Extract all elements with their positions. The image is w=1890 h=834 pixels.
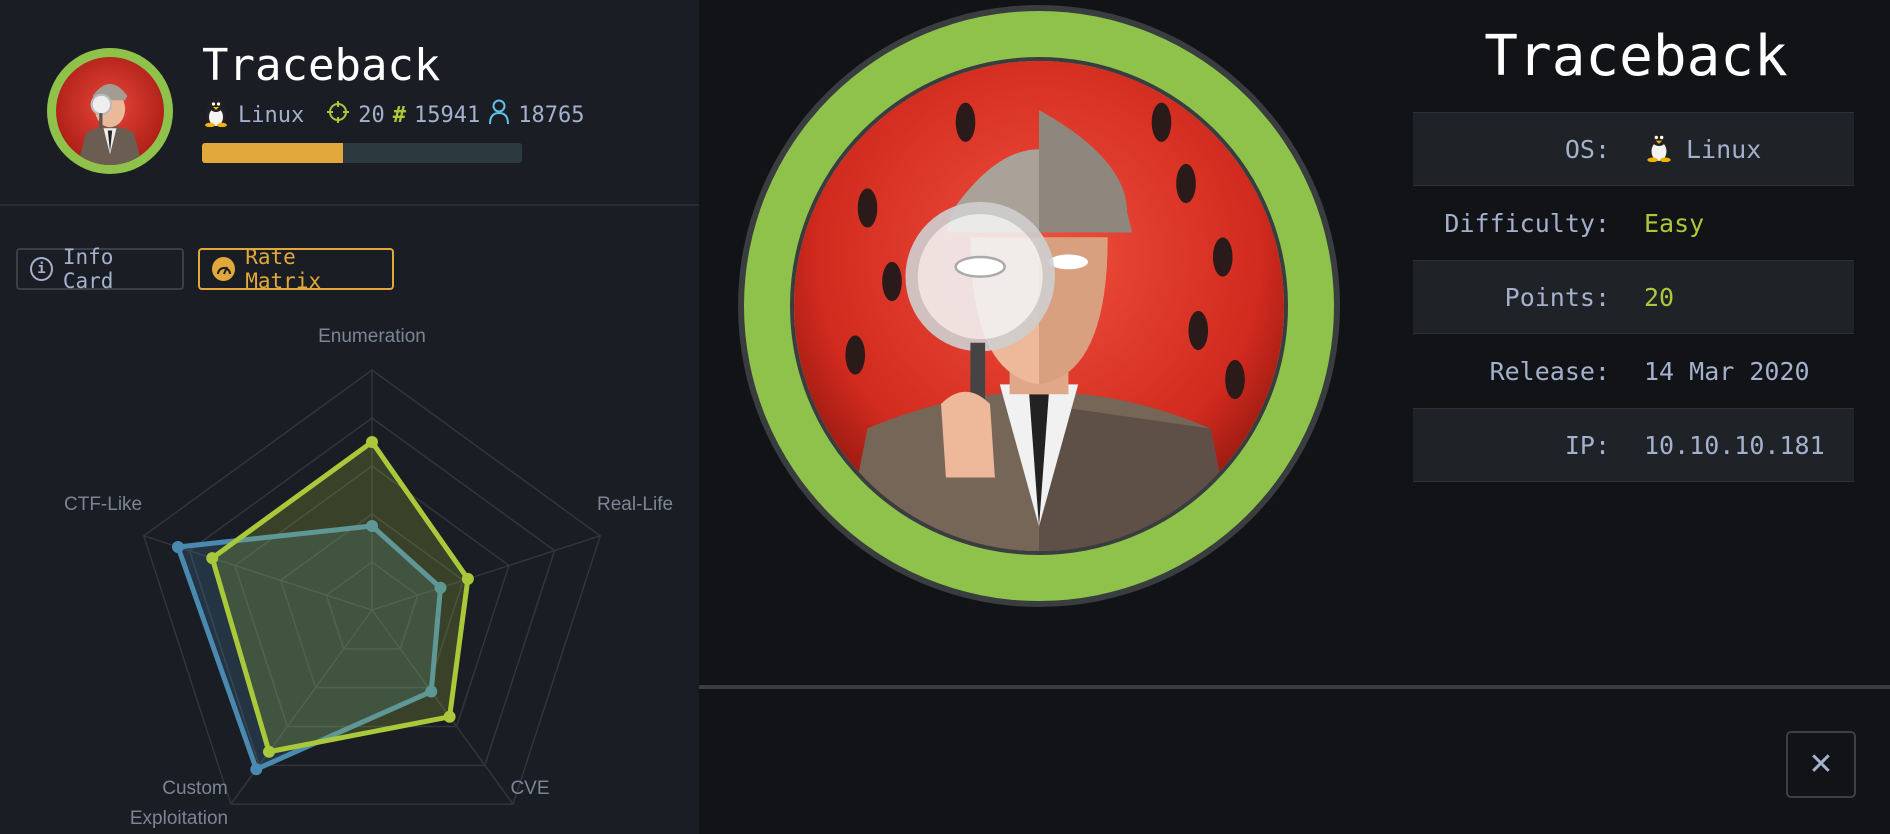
info-key: Points: (1504, 282, 1610, 312)
machine-name: Traceback (202, 40, 441, 91)
info-value: 14 Mar 2020 (1644, 356, 1810, 386)
users-value: 18765 (518, 102, 585, 128)
info-value: Linux (1686, 134, 1762, 164)
radar-axis-label: Exploitation (130, 808, 228, 829)
crosshair-icon (326, 100, 350, 130)
radar-axis-label: Enumeration (318, 326, 426, 347)
info-row-release: Release: 14 Mar 2020 (1413, 334, 1854, 408)
info-key: Difficulty: (1444, 208, 1610, 238)
radar-axis-label: CTF-Like (64, 494, 142, 515)
gauge-icon (212, 257, 236, 281)
divider (0, 204, 699, 206)
info-card-label: Info Card (62, 245, 114, 293)
detective-portrait-icon (794, 61, 1284, 551)
info-card-button[interactable]: i Info Card (16, 245, 184, 293)
divider (699, 685, 1890, 689)
tux-icon (202, 97, 230, 133)
close-icon: ✕ (1808, 747, 1834, 782)
rate-matrix-button[interactable]: Rate Matrix (198, 245, 394, 293)
info-icon: i (30, 257, 53, 281)
close-button[interactable]: ✕ (1786, 731, 1856, 798)
progress-fill (202, 143, 343, 163)
info-row-difficulty: Difficulty: Easy (1413, 186, 1854, 260)
info-value: 20 (1644, 282, 1675, 312)
detective-avatar-icon (56, 57, 164, 165)
rank-value: 15941 (413, 102, 481, 128)
machine-summary-panel: Traceback Linux 20 # 15941 18765 i Info … (0, 0, 699, 834)
radar-axis-label: Custom (162, 778, 227, 799)
info-row-points: Points: 20 (1413, 260, 1854, 334)
os-label: Linux (238, 102, 305, 128)
info-row-ip: IP: 10.10.10.181 (1413, 408, 1854, 482)
rate-matrix-radar-chart: Enumeration Real-Life CVE Custom Exploitatio… (64, 326, 673, 829)
info-key: OS: (1564, 134, 1610, 164)
completion-progress-bar (202, 143, 522, 163)
machine-info-table: OS: Linux Difficulty: Easy Points: 20 Re… (1413, 112, 1854, 482)
radar-point (366, 436, 378, 448)
hash-icon: # (392, 102, 406, 128)
radar-axis-label: Real-Life (597, 494, 673, 515)
radar-point (171, 540, 184, 553)
info-key: IP: (1564, 430, 1610, 460)
info-key: Release: (1489, 356, 1610, 386)
radar-point (461, 572, 474, 585)
points-value: 20 (358, 102, 385, 128)
info-value: 10.10.10.181 (1644, 430, 1825, 460)
radar-axis-label: CVE (510, 778, 549, 799)
info-value: Easy (1644, 208, 1705, 238)
rate-matrix-label: Rate Matrix (245, 245, 322, 293)
radar-point (443, 710, 456, 723)
machine-stats: Linux 20 # 15941 18765 (202, 98, 584, 132)
info-card-title: Traceback (1484, 24, 1788, 89)
machine-avatar (47, 48, 173, 174)
radar-point (206, 552, 219, 565)
user-icon (488, 99, 510, 131)
radar-point (250, 763, 263, 776)
machine-large-avatar (738, 5, 1340, 607)
tux-icon (1644, 130, 1674, 168)
radar-point (263, 745, 276, 758)
info-row-os: OS: Linux (1413, 112, 1854, 186)
